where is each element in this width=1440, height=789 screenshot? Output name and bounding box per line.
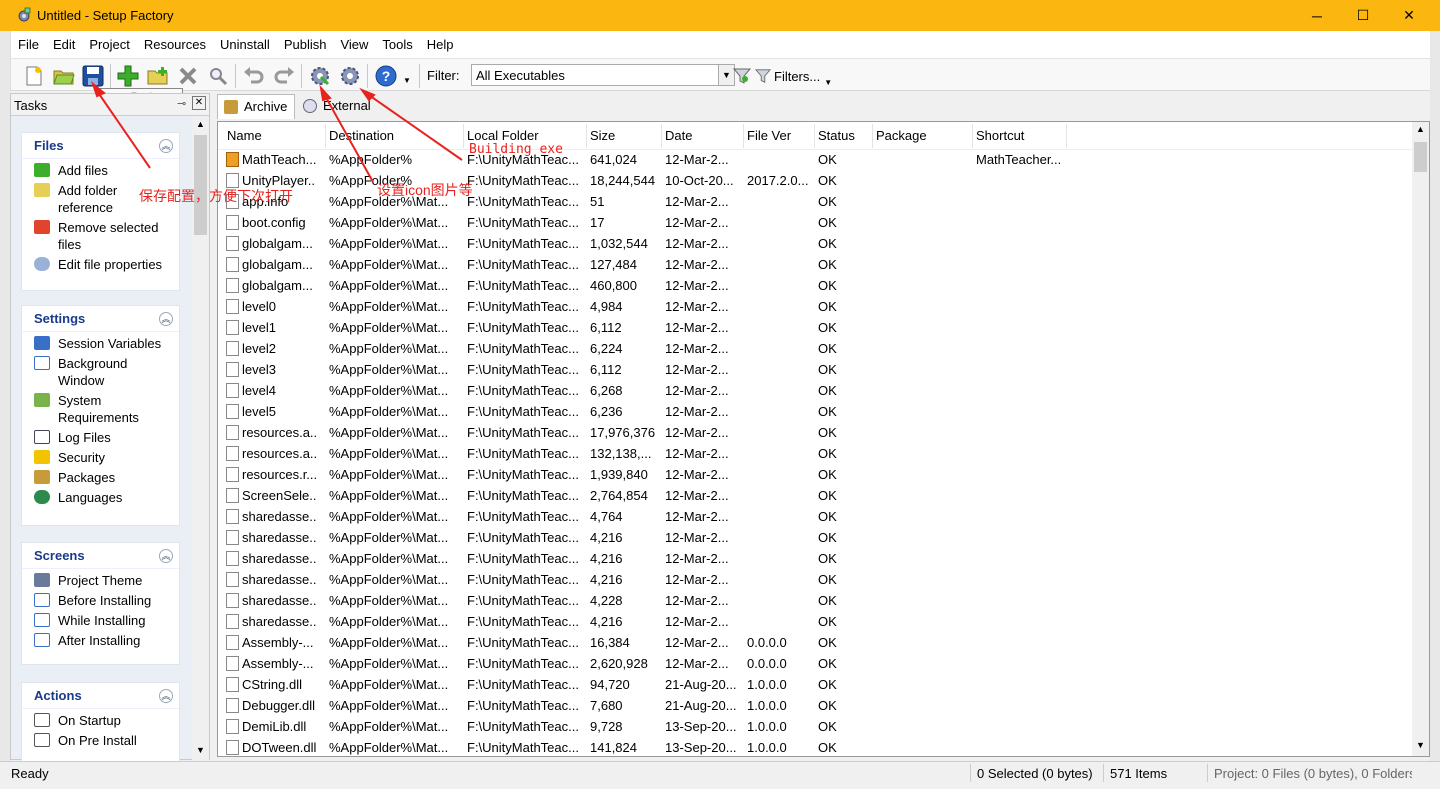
arrowhead xyxy=(319,84,332,102)
annotation-arrows xyxy=(90,81,463,183)
arrow-to-save xyxy=(94,87,151,169)
arrowhead xyxy=(90,81,106,98)
arrow-to-settings xyxy=(365,92,463,161)
arrow-to-build xyxy=(322,91,374,183)
